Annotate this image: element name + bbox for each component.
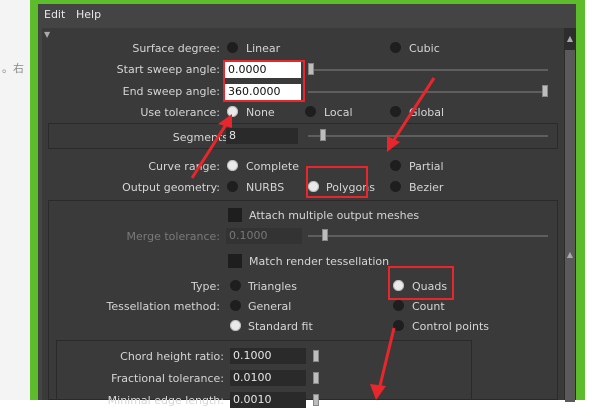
vertical-scrollbar[interactable]: ▲ ▲ [564, 28, 576, 402]
arrow-to-none [190, 122, 229, 179]
settings-panel: ▼ Surface degree: Linear Cubic Start swe… [42, 28, 564, 408]
background-text: 。右 [2, 62, 24, 75]
options-window: Edit Help ▼ Surface degree: Linear Cubic… [30, 0, 585, 408]
annotation-arrows [190, 77, 436, 400]
arrow-to-partial [390, 77, 436, 144]
menu-help[interactable]: Help [76, 8, 101, 21]
scroll-up-icon[interactable]: ▲ [565, 34, 575, 44]
background-page: 。右 [0, 0, 30, 400]
arrow-to-quads [377, 327, 396, 391]
scroll-mid-icon[interactable]: ▲ [565, 250, 575, 260]
arrow-head-none [218, 114, 232, 128]
window-body: Edit Help ▼ Surface degree: Linear Cubic… [38, 4, 576, 408]
menu-edit[interactable]: Edit [44, 8, 65, 21]
arrow-head-quads [370, 384, 386, 400]
menu-bar: Edit Help [38, 4, 576, 26]
scrollbar-thumb[interactable] [565, 50, 575, 402]
